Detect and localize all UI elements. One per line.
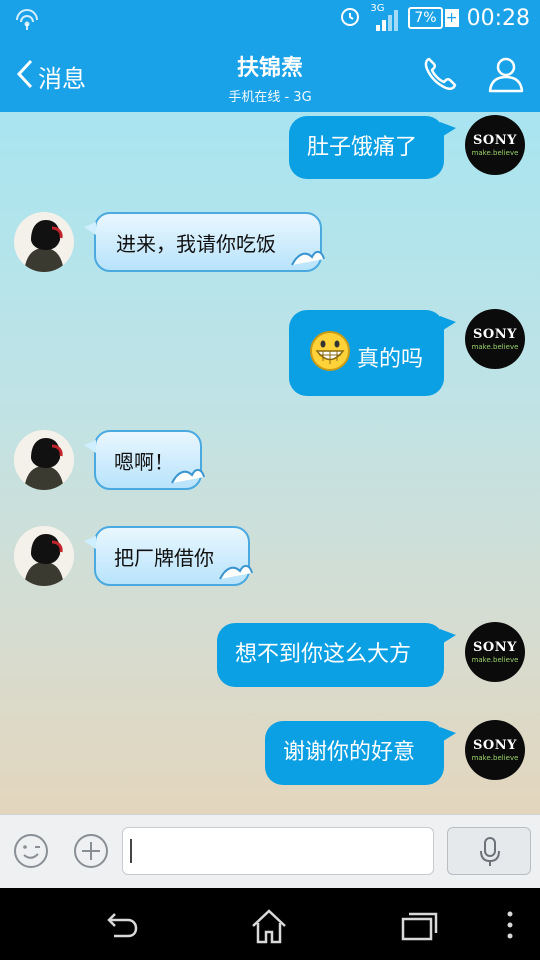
back-arrow-icon xyxy=(100,913,140,950)
message-text: 真的吗 xyxy=(357,347,424,372)
call-button[interactable] xyxy=(420,54,460,94)
profile-icon xyxy=(486,57,526,98)
avatar-contact[interactable] xyxy=(14,526,74,586)
message-text: 把厂牌借你 xyxy=(114,545,214,570)
voice-input-button[interactable] xyxy=(447,827,531,875)
message-text: 进来，我请你吃饭 xyxy=(116,231,276,256)
avatar-contact[interactable] xyxy=(14,430,74,490)
sony-logo: SONY xyxy=(473,327,517,342)
recent-apps-icon xyxy=(400,912,440,950)
message-text: 谢谢你的好意 xyxy=(283,740,416,765)
overflow-menu-icon xyxy=(500,911,520,950)
message-bubble-outgoing[interactable]: 想不到你这么大方 xyxy=(217,623,456,687)
system-home-button[interactable] xyxy=(249,906,289,946)
clock: 00:28 xyxy=(466,5,530,31)
avatar-self[interactable]: SONY make.believe xyxy=(465,622,525,682)
microphone-icon xyxy=(478,837,502,871)
message-input[interactable] xyxy=(122,827,434,875)
add-attachment-button[interactable] xyxy=(73,833,109,869)
system-nav-bar xyxy=(0,888,540,960)
profile-button[interactable] xyxy=(486,54,526,94)
sony-tagline: make.believe xyxy=(471,149,519,157)
avatar-contact[interactable] xyxy=(14,212,74,272)
battery-icon: 7% xyxy=(408,7,443,29)
signal-bars-icon xyxy=(374,9,399,35)
system-back-button[interactable] xyxy=(100,906,140,946)
plus-icon xyxy=(73,834,109,873)
grin-emoji xyxy=(309,330,351,377)
home-icon xyxy=(249,909,289,950)
alarm-icon xyxy=(338,4,362,32)
message-bubble-outgoing[interactable]: 真的吗 xyxy=(289,310,456,396)
wave-decoration-icon xyxy=(218,559,254,588)
sony-logo: SONY xyxy=(473,640,517,655)
emoji-face-icon xyxy=(13,834,49,873)
wifi-signal-icon xyxy=(14,8,40,34)
emoji-button[interactable] xyxy=(13,833,49,869)
message-text: 肚子饿痛了 xyxy=(307,134,418,160)
wave-decoration-icon xyxy=(290,245,326,274)
message-text: 想不到你这么大方 xyxy=(235,642,412,667)
status-bar: 3G 7% + 00:28 xyxy=(0,0,540,38)
charging-icon: + xyxy=(444,9,459,27)
input-bar xyxy=(0,814,540,889)
message-bubble-incoming[interactable]: 把厂牌借你 xyxy=(84,526,253,586)
battery-level: 7% xyxy=(414,10,437,26)
phone-icon xyxy=(420,57,460,98)
message-bubble-outgoing[interactable]: 肚子饿痛了 xyxy=(289,116,456,179)
message-bubble-incoming[interactable]: 进来，我请你吃饭 xyxy=(84,212,325,272)
message-bubble-incoming[interactable]: 嗯啊！ xyxy=(84,430,205,490)
system-recent-apps-button[interactable] xyxy=(400,906,440,946)
avatar-self[interactable]: SONY make.believe xyxy=(465,309,525,369)
message-text: 嗯啊！ xyxy=(114,449,174,474)
avatar-self[interactable]: SONY make.believe xyxy=(465,720,525,780)
sony-tagline: make.believe xyxy=(471,656,519,664)
sony-tagline: make.believe xyxy=(471,754,519,762)
sony-logo: SONY xyxy=(473,133,517,148)
message-bubble-outgoing[interactable]: 谢谢你的好意 xyxy=(265,721,456,785)
sony-tagline: make.believe xyxy=(471,343,519,351)
sony-logo: SONY xyxy=(473,738,517,753)
system-menu-button[interactable] xyxy=(500,906,520,946)
text-cursor xyxy=(130,839,132,863)
chat-area[interactable]: 肚子饿痛了 SONY make.believe 进来，我请你吃饭 真的吗 SON… xyxy=(0,112,540,814)
avatar-self[interactable]: SONY make.believe xyxy=(465,115,525,175)
wave-decoration-icon xyxy=(170,463,206,492)
chat-header: 消息 扶锦焘 手机在线 - 3G xyxy=(0,38,540,112)
